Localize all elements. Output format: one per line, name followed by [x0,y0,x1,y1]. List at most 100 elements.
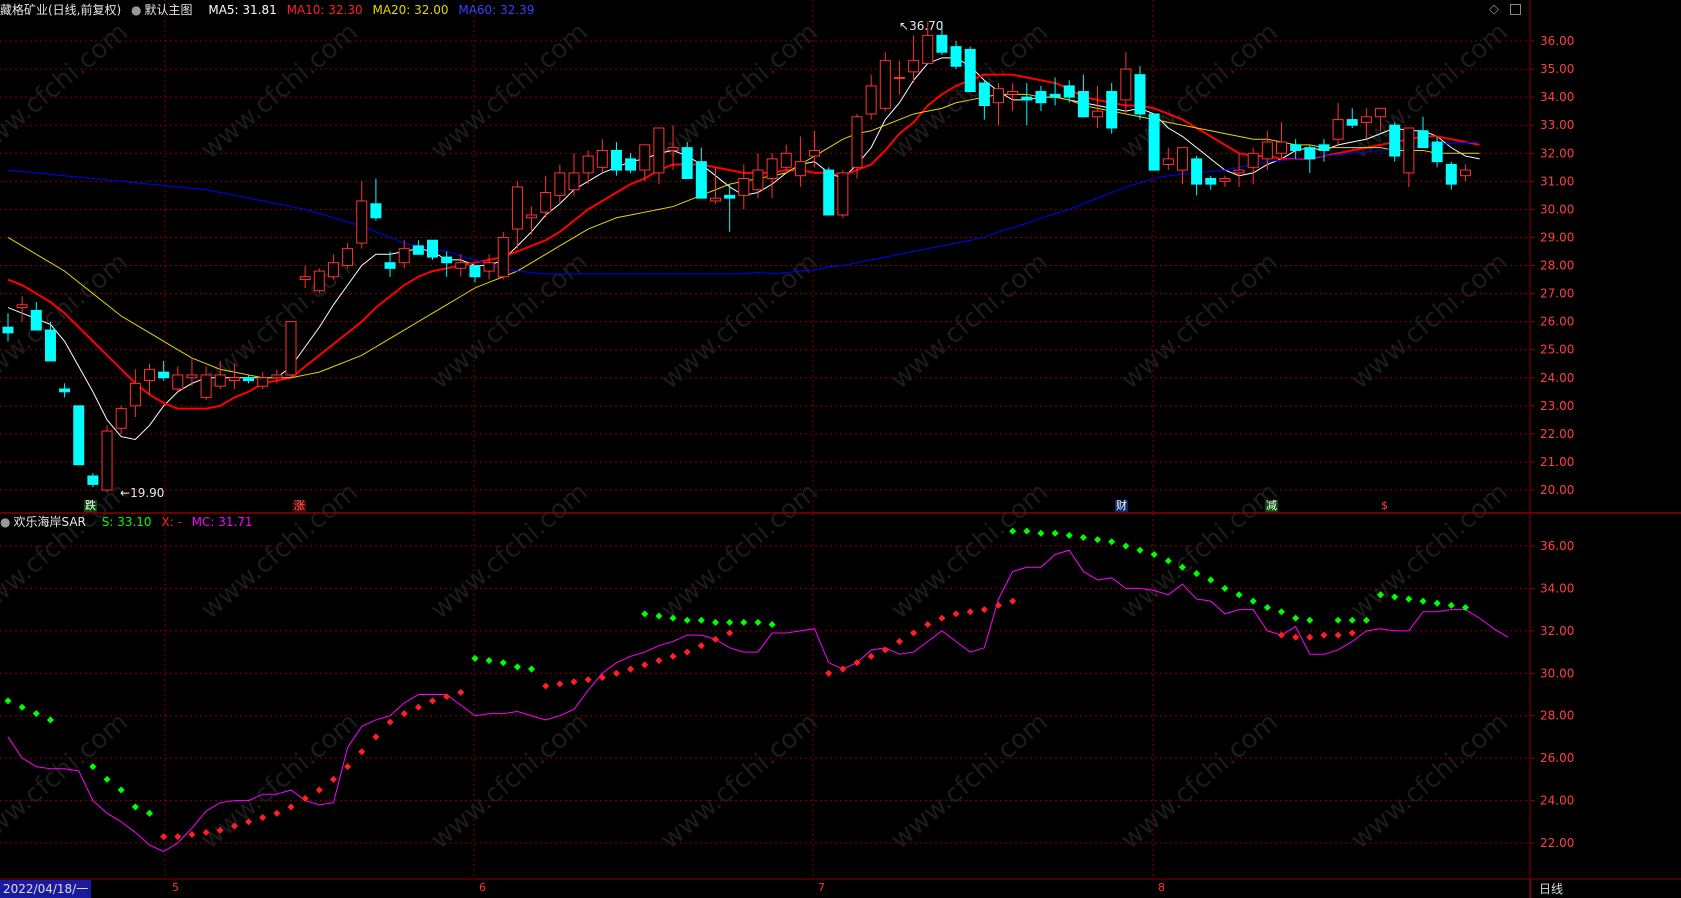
stock-title[interactable]: 藏格矿业(日线,前复权) [0,3,121,17]
event-tag-reduce[interactable]: 减 [1265,500,1278,512]
kline-chart[interactable]: www.cfchi.com www.cfchi.com www.cfchi.com w… [0,0,1681,898]
candle [1261,130,1273,171]
candle [837,170,849,218]
candle-body [441,256,453,264]
price-tick-label: 28.00 [1540,259,1574,273]
indicator-selector[interactable]: ● 欢乐海岸SAR [0,515,92,529]
candle-body [1360,116,1372,123]
candle-body [1233,169,1245,174]
sar-s-dot [1136,546,1144,554]
candle [73,405,85,466]
price-tick-label: 25.00 [1540,343,1574,357]
sar-tick-label: 26.00 [1540,751,1574,765]
candle-body [1276,141,1287,154]
candle [1077,74,1089,118]
candle-body [794,161,806,177]
candle-body [455,262,467,269]
candle-body [1049,93,1061,98]
month-label-8: 8 [1158,881,1165,894]
price-tick-label: 32.00 [1540,146,1574,160]
candle-body [1304,147,1316,160]
candle-body [780,152,792,168]
candle-body [412,245,424,255]
candle [398,240,410,269]
candle [172,366,184,392]
event-tag-dividend[interactable]: $ [1381,500,1388,512]
watermark-text: www.cfchi.com [1345,707,1514,855]
event-tag-rise[interactable]: 涨 [293,500,306,512]
candle-body [1077,91,1089,118]
sar-tick-label: 32.00 [1540,624,1574,638]
watermark-text: www.cfchi.com [885,707,1054,855]
watermark-text: www.cfchi.com [425,477,594,625]
template-selector[interactable]: ● 默认主图 [131,3,199,17]
candle-body [823,169,835,216]
candle [1318,139,1330,162]
diamond-icon[interactable]: ◇ [1489,2,1499,17]
candle [568,153,580,196]
candle [1431,136,1443,168]
sar-x-dot [980,606,988,614]
watermark-text: www.cfchi.com [195,17,364,165]
candle-body [1247,152,1259,168]
sar-x-dot [457,688,465,696]
sar-x-dot [711,635,720,643]
candle [129,369,141,418]
candle-body [1106,91,1118,129]
sar-x-dot [315,786,323,794]
candle-body [1191,158,1203,185]
candle [144,363,155,395]
candle-body [1176,147,1188,171]
sar-x-dot [570,678,578,686]
candle-body [87,475,99,485]
candle [1389,122,1401,162]
sar-s-dot [641,610,649,618]
sar-s-dot [1094,536,1102,544]
sar-x-dot [1348,629,1356,637]
candle-body [497,236,509,278]
sar-x-dot [952,610,960,618]
candle-body [865,85,877,115]
sar-x-dot [414,703,422,711]
sar-x-dot [627,665,635,673]
candle [158,360,170,381]
candle [1106,83,1118,134]
candle-body [1375,107,1387,118]
event-tag-finance[interactable]: 财 [1115,500,1128,512]
period-button[interactable]: 日线 [1530,880,1681,898]
candle-body [172,374,184,390]
watermark-text: www.cfchi.com [1115,707,1284,855]
event-tag-drop[interactable]: 跌 [84,500,97,512]
candle-body [469,265,481,278]
candle [243,374,255,384]
candle [554,164,566,204]
candle-body [1445,163,1457,185]
candle-body [44,329,56,362]
candle [1191,156,1203,196]
candle [752,153,764,199]
candle [1403,127,1415,187]
sar-x-dot [598,673,606,682]
sar-x-dot [1320,631,1328,639]
price-tick-label: 21.00 [1540,455,1574,469]
candle [427,239,438,260]
month-label-5: 5 [172,881,179,894]
candle [511,181,523,249]
candle-body [879,60,891,109]
sar-x-dot [556,680,564,688]
candle [1021,83,1033,126]
candle [469,265,481,283]
price-tick-label: 33.00 [1540,118,1574,132]
sar-s-dot [1150,550,1158,559]
low-price-value: 19.90 [130,486,165,500]
sar-s-dot [1207,576,1215,584]
price-tick-label: 29.00 [1540,230,1574,244]
sar-s-dot [1108,538,1116,546]
high-price-value: 36.70 [909,19,944,33]
maximize-icon[interactable] [1510,4,1521,15]
candle-body [384,262,396,269]
sar-tick-label: 28.00 [1540,709,1574,723]
template-label: 默认主图 [144,3,193,17]
candle [370,178,382,221]
watermark-text: www.cfchi.com [655,477,824,625]
